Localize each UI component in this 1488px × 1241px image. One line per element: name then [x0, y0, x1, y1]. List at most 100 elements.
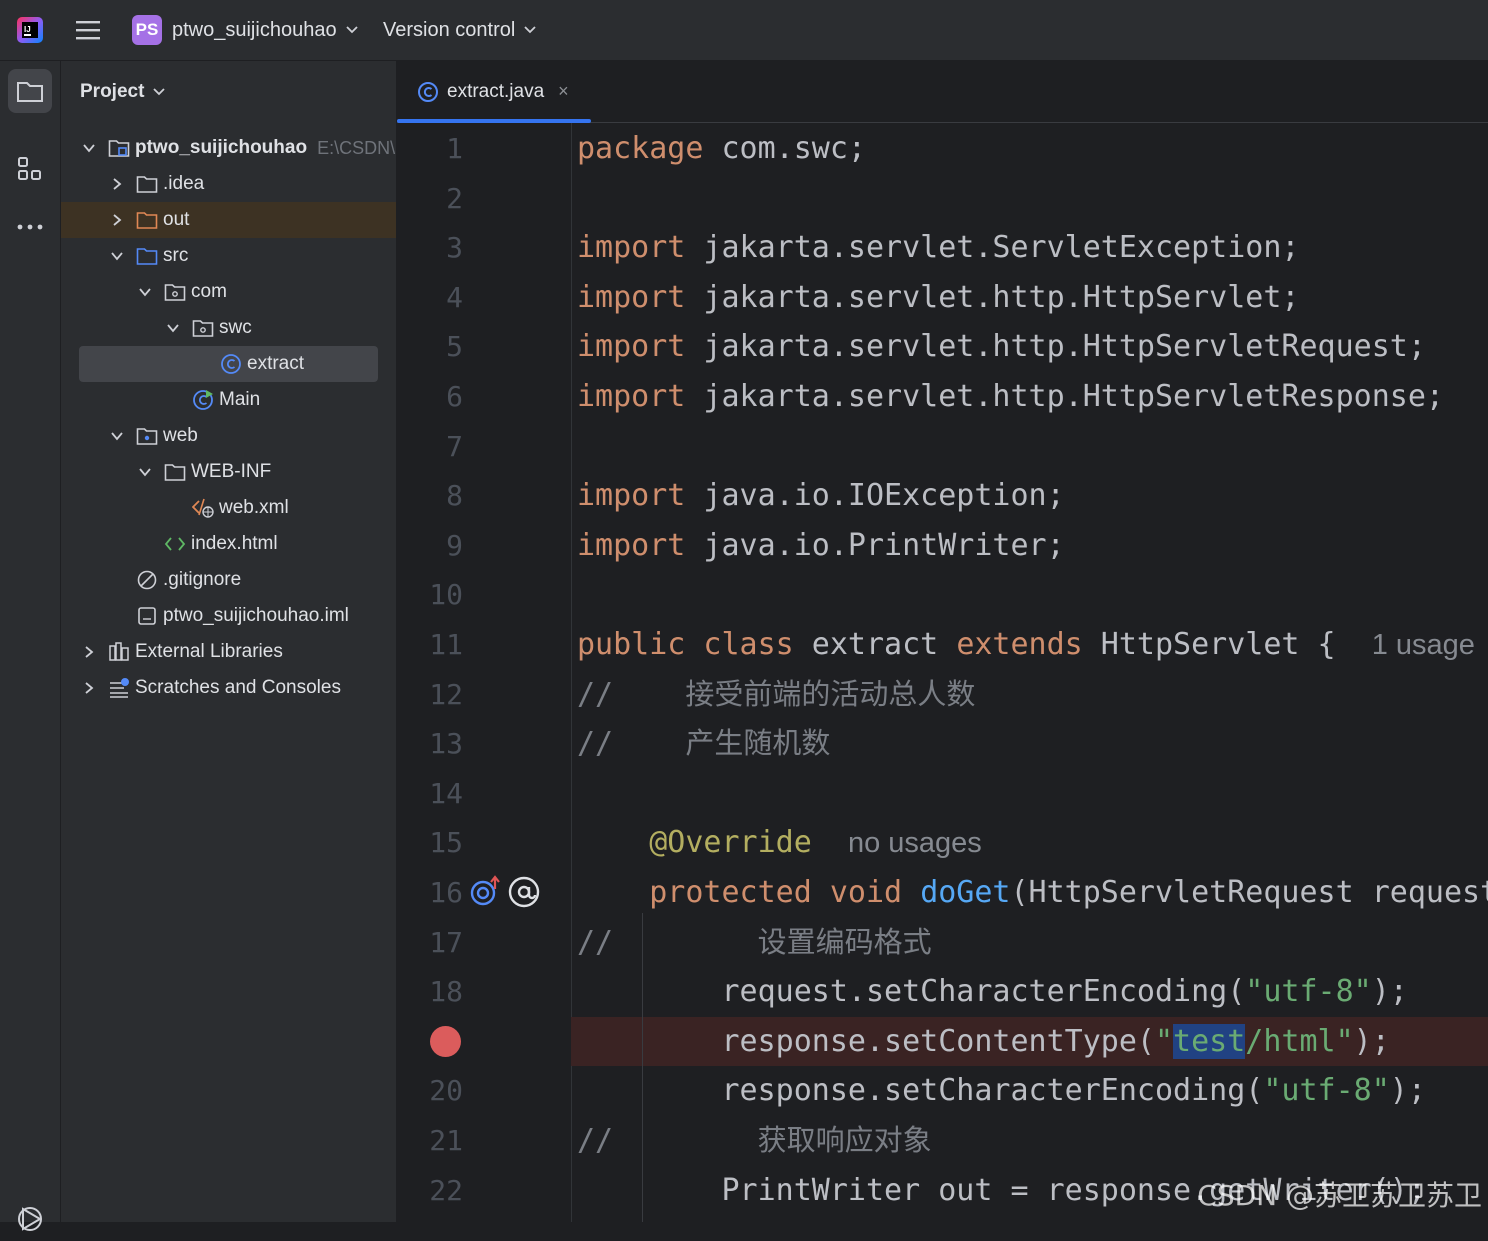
- code-line-10[interactable]: 10: [397, 570, 1488, 619]
- code-text[interactable]: request.setCharacterEncoding("utf-8");: [577, 967, 1408, 1016]
- endpoint-at-icon[interactable]: [507, 875, 541, 909]
- code-text[interactable]: protected void doGet(HttpServletRequest …: [577, 868, 1488, 917]
- line-number[interactable]: 17: [397, 918, 463, 967]
- line-number[interactable]: 8: [397, 471, 463, 520]
- code-line-11[interactable]: 11 public class extract extends HttpServl…: [397, 620, 1488, 669]
- chevron-down-icon[interactable]: [164, 319, 182, 337]
- chevron-down-icon[interactable]: [108, 427, 126, 445]
- code-line-6[interactable]: 6 import jakarta.servlet.http.HttpServlet…: [397, 372, 1488, 421]
- tree-item-ptwo-suijichouhao[interactable]: ptwo_suijichouhaoE:\CSDN\: [61, 130, 396, 166]
- code-text[interactable]: import jakarta.servlet.ServletException;: [577, 223, 1299, 272]
- code-line-17[interactable]: 17 // 设置编码格式: [397, 918, 1488, 967]
- chevron-right-icon[interactable]: [80, 679, 98, 697]
- line-number[interactable]: 12: [397, 670, 463, 719]
- tab-extract-java[interactable]: extract.java ×: [397, 61, 591, 122]
- line-number[interactable]: 6: [397, 372, 463, 421]
- chevron-right-icon[interactable]: [108, 175, 126, 193]
- line-number[interactable]: 22: [397, 1166, 463, 1215]
- code-text[interactable]: import jakarta.servlet.http.HttpServletR…: [577, 322, 1426, 371]
- intellij-logo-icon[interactable]: IJ: [16, 0, 46, 60]
- line-number[interactable]: 4: [397, 273, 463, 322]
- project-tool-button[interactable]: [8, 69, 52, 113]
- version-control-menu[interactable]: Version control: [383, 0, 537, 60]
- tree-item-idea[interactable]: .idea: [61, 166, 396, 202]
- tree-item-web[interactable]: web: [61, 418, 396, 454]
- line-number[interactable]: 15: [397, 818, 463, 867]
- code-line-19[interactable]: response.setContentType("test/html");: [397, 1017, 1488, 1066]
- project-panel-header[interactable]: Project: [80, 77, 166, 107]
- line-number[interactable]: 20: [397, 1066, 463, 1115]
- code-line-5[interactable]: 5 import jakarta.servlet.http.HttpServlet…: [397, 322, 1488, 371]
- tree-item-web-inf[interactable]: WEB-INF: [61, 454, 396, 490]
- main-menu-button[interactable]: [74, 0, 104, 60]
- code-line-20[interactable]: 20 response.setCharacterEncoding("utf-8"…: [397, 1066, 1488, 1115]
- chevron-down-icon[interactable]: [80, 139, 98, 157]
- code-line-1[interactable]: 1 package com.swc;: [397, 124, 1488, 173]
- code-line-14[interactable]: 14: [397, 769, 1488, 818]
- code-text[interactable]: import jakarta.servlet.http.HttpServletR…: [577, 372, 1444, 421]
- code-text[interactable]: import java.io.IOException;: [577, 471, 1065, 520]
- line-number[interactable]: 18: [397, 967, 463, 1016]
- chevron-down-icon[interactable]: [136, 283, 154, 301]
- breakpoint-icon[interactable]: [430, 1026, 461, 1057]
- tree-item-external-libraries[interactable]: External Libraries: [61, 634, 396, 670]
- services-tool-button[interactable]: [8, 1197, 52, 1241]
- more-tools-button[interactable]: [8, 205, 52, 249]
- code-line-21[interactable]: 21 // 获取响应对象: [397, 1116, 1488, 1165]
- line-number[interactable]: 14: [397, 769, 463, 818]
- code-line-3[interactable]: 3 import jakarta.servlet.ServletException…: [397, 223, 1488, 272]
- code-text[interactable]: import java.io.PrintWriter;: [577, 521, 1065, 570]
- line-number[interactable]: 21: [397, 1116, 463, 1165]
- tree-item-gitignore[interactable]: .gitignore: [61, 562, 396, 598]
- code-text[interactable]: response.setCharacterEncoding("utf-8");: [577, 1066, 1426, 1115]
- code-text[interactable]: @Override no usages: [577, 818, 982, 868]
- tree-item-swc[interactable]: swc: [61, 310, 396, 346]
- code-line-9[interactable]: 9 import java.io.PrintWriter;: [397, 521, 1488, 570]
- code-text[interactable]: // 接受前端的活动总人数: [577, 670, 975, 719]
- code-line-16[interactable]: 16 protected void doGet(HttpServletReque…: [397, 868, 1488, 917]
- code-text[interactable]: // 产生随机数: [577, 719, 830, 768]
- code-text[interactable]: public class extract extends HttpServlet…: [577, 620, 1475, 670]
- chevron-right-icon[interactable]: [108, 211, 126, 229]
- code-line-4[interactable]: 4 import jakarta.servlet.http.HttpServlet…: [397, 273, 1488, 322]
- line-number[interactable]: 13: [397, 719, 463, 768]
- line-number[interactable]: 9: [397, 521, 463, 570]
- line-number[interactable]: 3: [397, 223, 463, 272]
- usage-hint[interactable]: no usages: [848, 827, 982, 859]
- line-number[interactable]: 1: [397, 124, 463, 173]
- tree-item-src[interactable]: src: [61, 238, 396, 274]
- tree-item-ptwo-suijichouhao-iml[interactable]: ptwo_suijichouhao.iml: [61, 598, 396, 634]
- tree-item-scratches-and-consoles[interactable]: Scratches and Consoles: [61, 670, 396, 706]
- line-number[interactable]: 11: [397, 620, 463, 669]
- chevron-right-icon[interactable]: [80, 643, 98, 661]
- code-line-7[interactable]: 7: [397, 422, 1488, 471]
- code-line-12[interactable]: 12 // 接受前端的活动总人数: [397, 670, 1488, 719]
- code-line-15[interactable]: 15 @Override no usages: [397, 818, 1488, 867]
- code-line-2[interactable]: 2: [397, 174, 1488, 223]
- code-editor[interactable]: extract.java × 1 package com.swc; 23 import…: [397, 61, 1488, 1222]
- code-line-13[interactable]: 13 // 产生随机数: [397, 719, 1488, 768]
- project-selector[interactable]: PS ptwo_suijichouhao: [132, 0, 359, 60]
- tree-item-out[interactable]: out: [61, 202, 396, 238]
- code-text[interactable]: import jakarta.servlet.http.HttpServlet;: [577, 273, 1299, 322]
- line-number[interactable]: 5: [397, 322, 463, 371]
- code-text[interactable]: // 获取响应对象: [577, 1116, 932, 1165]
- code-text[interactable]: // 设置编码格式: [577, 918, 932, 967]
- tree-item-main[interactable]: Main: [61, 382, 396, 418]
- chevron-down-icon[interactable]: [136, 463, 154, 481]
- code-text[interactable]: package com.swc;: [577, 124, 866, 173]
- tree-item-com[interactable]: com: [61, 274, 396, 310]
- structure-tool-button[interactable]: [8, 147, 52, 191]
- code-line-8[interactable]: 8 import java.io.IOException;: [397, 471, 1488, 520]
- close-icon[interactable]: ×: [558, 81, 569, 102]
- code-line-18[interactable]: 18 request.setCharacterEncoding("utf-8")…: [397, 967, 1488, 1016]
- line-number[interactable]: 2: [397, 174, 463, 223]
- tree-item-extract[interactable]: extract: [79, 346, 378, 382]
- tree-item-web-xml[interactable]: web.xml: [61, 490, 396, 526]
- overrides-method-icon[interactable]: [469, 875, 503, 909]
- line-number[interactable]: 16: [397, 868, 463, 917]
- chevron-down-icon[interactable]: [108, 247, 126, 265]
- tree-item-index-html[interactable]: index.html: [61, 526, 396, 562]
- usage-hint[interactable]: 1 usage: [1372, 629, 1475, 661]
- line-number[interactable]: 7: [397, 422, 463, 471]
